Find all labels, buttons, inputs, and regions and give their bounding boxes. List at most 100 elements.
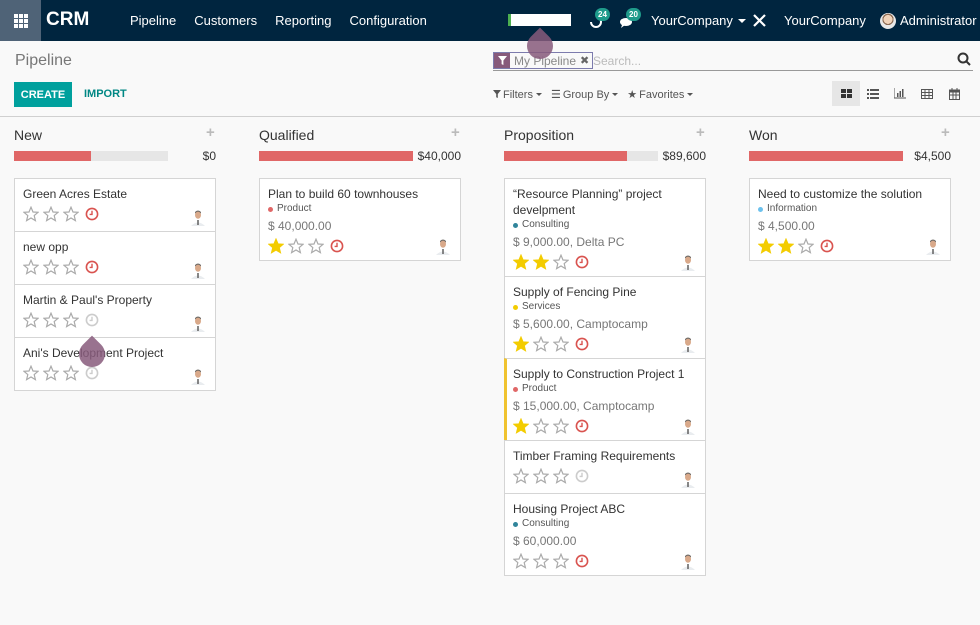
create-button[interactable]: CREATE xyxy=(14,82,72,107)
current-company: YourCompany xyxy=(784,13,866,28)
priority-star-icon[interactable] xyxy=(798,238,814,254)
card-title: Timber Framing Requirements xyxy=(513,449,676,463)
menu-customers[interactable]: Customers xyxy=(194,13,257,28)
search-icon[interactable] xyxy=(957,52,973,68)
priority-star-icon[interactable] xyxy=(758,238,774,254)
priority-star-icon[interactable] xyxy=(533,468,549,484)
column-progress-bar[interactable] xyxy=(14,151,168,161)
priority-star-icon[interactable] xyxy=(43,259,59,275)
priority-star-icon[interactable] xyxy=(23,206,39,222)
opportunity-card[interactable]: Martin & Paul's Property xyxy=(14,284,216,338)
activity-clock-icon[interactable] xyxy=(575,255,589,269)
view-graph-button[interactable] xyxy=(886,81,914,106)
priority-star-icon[interactable] xyxy=(553,254,569,270)
menu-pipeline[interactable]: Pipeline xyxy=(130,13,176,28)
star-icon: ★ xyxy=(627,89,638,101)
import-button[interactable]: IMPORT xyxy=(84,88,127,100)
column-title: Proposition xyxy=(504,127,575,143)
apps-menu-button[interactable] xyxy=(0,0,41,41)
opportunity-card[interactable]: Supply of Fencing Pine Services $ 5,600.00… xyxy=(504,276,706,359)
menu-configuration[interactable]: Configuration xyxy=(350,13,427,28)
priority-star-icon[interactable] xyxy=(533,418,549,434)
column-progress-fill xyxy=(504,151,628,161)
priority-star-icon[interactable] xyxy=(553,468,569,484)
activity-clock-icon[interactable] xyxy=(575,554,589,568)
activity-clock-icon[interactable] xyxy=(85,366,99,380)
company-switcher[interactable]: YourCompany xyxy=(651,0,746,41)
view-kanban-button[interactable] xyxy=(832,81,860,106)
priority-star-icon[interactable] xyxy=(533,553,549,569)
priority-star-icon[interactable] xyxy=(288,238,304,254)
priority-star-icon[interactable] xyxy=(533,336,549,352)
opportunity-card[interactable]: Plan to build 60 townhouses Product $ 40,0… xyxy=(259,178,461,261)
activity-clock-icon[interactable] xyxy=(330,239,344,253)
priority-star-icon[interactable] xyxy=(23,312,39,328)
add-card-icon[interactable]: + xyxy=(451,124,460,141)
activity-clock-icon[interactable] xyxy=(575,337,589,351)
activity-clock-icon[interactable] xyxy=(820,239,834,253)
priority-star-icon[interactable] xyxy=(43,365,59,381)
activity-clock-icon[interactable] xyxy=(85,260,99,274)
opportunity-card[interactable]: Green Acres Estate xyxy=(14,178,216,232)
priority-star-icon[interactable] xyxy=(513,336,529,352)
card-tag: Consulting xyxy=(513,218,697,232)
activity-clock-icon[interactable] xyxy=(85,207,99,221)
priority-star-icon[interactable] xyxy=(43,312,59,328)
activity-clock-icon[interactable] xyxy=(575,419,589,433)
priority-star-icon[interactable] xyxy=(778,238,794,254)
priority-star-icon[interactable] xyxy=(63,259,79,275)
priority-star-icon[interactable] xyxy=(23,365,39,381)
card-footer xyxy=(513,336,697,352)
groupby-dropdown[interactable]: ☰ Group By xyxy=(551,88,619,101)
column-progress-bar[interactable] xyxy=(504,151,658,161)
activity-clock-icon[interactable] xyxy=(575,469,589,483)
tools-icon[interactable] xyxy=(753,0,766,41)
activities-button[interactable]: 24 xyxy=(588,8,610,30)
opportunity-card[interactable]: new opp xyxy=(14,231,216,285)
opportunity-card[interactable]: “Resource Planning” project develpment Co… xyxy=(504,178,706,277)
priority-star-icon[interactable] xyxy=(513,254,529,270)
priority-star-icon[interactable] xyxy=(63,206,79,222)
opportunity-card[interactable]: Need to customize the solution Informatio… xyxy=(749,178,951,261)
view-list-button[interactable] xyxy=(859,81,887,106)
messages-button[interactable]: 20 xyxy=(619,8,641,30)
priority-star-icon[interactable] xyxy=(553,336,569,352)
menu-reporting[interactable]: Reporting xyxy=(275,13,331,28)
opportunity-card[interactable]: Ani's Development Project xyxy=(14,337,216,391)
add-card-icon[interactable]: + xyxy=(206,124,215,141)
priority-star-icon[interactable] xyxy=(63,365,79,381)
add-card-icon[interactable]: + xyxy=(696,124,705,141)
priority-star-icon[interactable] xyxy=(308,238,324,254)
column-progress-bar[interactable] xyxy=(259,151,413,161)
priority-star-icon[interactable] xyxy=(513,418,529,434)
favorites-dropdown[interactable]: ★ Favorites xyxy=(627,88,694,101)
priority-star-icon[interactable] xyxy=(268,238,284,254)
priority-star-icon[interactable] xyxy=(23,259,39,275)
user-menu[interactable]: Administrator xyxy=(880,0,977,41)
view-calendar-button[interactable] xyxy=(940,81,968,106)
loading-progress-bar xyxy=(508,14,571,26)
priority-star-icon[interactable] xyxy=(553,418,569,434)
activities-count-badge: 24 xyxy=(595,8,610,21)
opportunity-card[interactable]: Supply to Construction Project 1 Product $… xyxy=(504,358,706,441)
salesperson-avatar xyxy=(924,237,942,255)
column-progress-bar[interactable] xyxy=(749,151,903,161)
priority-star-icon[interactable] xyxy=(513,553,529,569)
activity-clock-icon[interactable] xyxy=(85,313,99,327)
opportunity-card[interactable]: Timber Framing Requirements xyxy=(504,440,706,494)
salesperson-avatar xyxy=(679,335,697,353)
opportunity-card[interactable]: Housing Project ABC Consulting $ 60,000.00 xyxy=(504,493,706,576)
priority-star-icon[interactable] xyxy=(553,553,569,569)
view-pivot-button[interactable] xyxy=(913,81,941,106)
filters-dropdown[interactable]: Filters xyxy=(493,88,542,101)
priority-star-icon[interactable] xyxy=(533,254,549,270)
tag-label: Consulting xyxy=(522,219,570,230)
card-amount: $ 5,600.00, Camptocamp xyxy=(513,317,648,331)
column-sum: $4,500 xyxy=(914,149,951,163)
priority-star-icon[interactable] xyxy=(63,312,79,328)
search-input[interactable] xyxy=(593,53,943,69)
priority-star-icon[interactable] xyxy=(43,206,59,222)
priority-star-icon[interactable] xyxy=(513,468,529,484)
add-card-icon[interactable]: + xyxy=(941,124,950,141)
remove-facet-icon[interactable]: ✖ xyxy=(580,54,592,67)
